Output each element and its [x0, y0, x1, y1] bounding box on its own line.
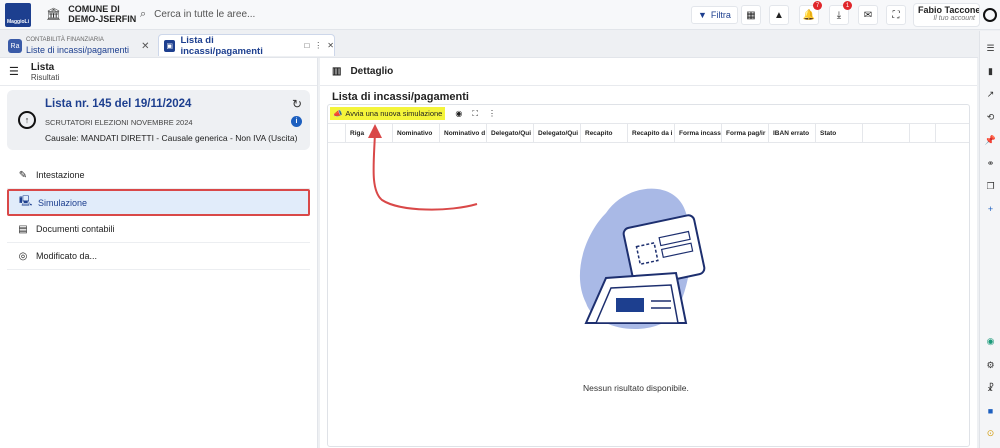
list-icon[interactable]: ☰ — [9, 65, 19, 78]
tab-module-label: CONTABILITÀ FINANZIARIA — [26, 36, 104, 43]
list-info-card: ↑ Lista nr. 145 del 19/11/2024 SCRUTATOR… — [7, 90, 310, 150]
menu-item-simulazione[interactable]: 🖳 Simulazione — [7, 189, 310, 216]
search-input[interactable] — [154, 8, 655, 20]
bell-icon: 🔔 — [802, 9, 816, 21]
tab-bar: Ra CONTABILITÀ FINANZIARIA Liste di inca… — [0, 31, 978, 79]
user-name: Fabio Tacconell... — [918, 5, 980, 15]
notifications-badge: 7 — [813, 1, 822, 10]
pin-icon[interactable]: □ — [304, 41, 309, 50]
list-icon[interactable]: ☰ — [984, 43, 997, 56]
detail-title: Dettaglio — [350, 66, 394, 77]
help-icon[interactable]: ⊙ — [984, 428, 997, 441]
entity-selector[interactable]: 🏛 COMUNE DI DEMO-JSERFIN — [46, 4, 136, 24]
info-icon[interactable]: i — [291, 116, 302, 127]
add-icon[interactable]: + — [984, 204, 997, 217]
tab-lista-incassi[interactable]: ▣ Lista di incassi/pagamenti □ ⋮ ✕ — [158, 34, 335, 57]
tab-liste-incassi[interactable]: Ra CONTABILITÀ FINANZIARIA Liste di inca… — [5, 35, 155, 57]
accessibility-icon[interactable]: ☧ — [984, 383, 997, 396]
global-search[interactable]: ⌕ — [134, 3, 684, 25]
history-icon[interactable]: ⟲ — [984, 112, 997, 125]
pin-icon[interactable]: 📌 — [984, 135, 997, 148]
annotation-arrow — [368, 124, 478, 211]
trend-icon[interactable]: ↗ — [984, 89, 997, 102]
column-header[interactable]: Delegato/Qui — [534, 124, 581, 142]
link-icon[interactable]: ⚭ — [984, 158, 997, 171]
filter-icon: ▼ — [698, 10, 707, 20]
top-bar: MaggioLi 🏛 COMUNE DI DEMO-JSERFIN ⌕ ▼ Fi… — [0, 0, 1000, 30]
pencil-icon: ✎ — [18, 169, 28, 181]
list-causale: Causale: MANDATI DIRETTI - Causale gener… — [45, 133, 298, 143]
column-header[interactable]: Recapito da i — [628, 124, 675, 142]
list-description: SCRUTATORI ELEZIONI NOVEMBRE 2024 — [45, 118, 193, 127]
right-toolbar: ☰ ▮ ↗ ⟲ 📌 ⚭ ❐ + ◉ ⚙ ☧ ■ ⊙ — [979, 31, 1000, 448]
warning-button[interactable]: ▲ — [769, 5, 789, 25]
list-number-title: Lista nr. 145 del 19/11/2024 — [45, 98, 192, 110]
empty-message: Nessun risultato disponibile. — [583, 383, 689, 393]
tab-label: Liste di incassi/pagamenti — [26, 44, 130, 55]
mail-icon: ✉ — [863, 9, 873, 21]
list-header: ☰ Lista Risultati — [0, 58, 317, 86]
bookmark-icon[interactable]: ▮ — [984, 66, 997, 79]
download-icon: ⤓ — [836, 9, 842, 21]
expand-icon[interactable]: ⛶ — [472, 109, 478, 119]
refresh-icon[interactable]: ↻ — [292, 97, 302, 111]
fullscreen-icon: ⛶ — [892, 9, 900, 21]
detail-menu: ✎ Intestazione 🖳 Simulazione ▤ Documenti… — [7, 162, 310, 270]
notifications-button[interactable]: 🔔 7 — [799, 1, 822, 25]
menu-item-documenti-contabili[interactable]: ▤ Documenti contabili — [7, 216, 310, 243]
more-icon[interactable]: ⋮ — [314, 41, 322, 50]
avatar[interactable] — [983, 8, 997, 22]
start-simulation-button[interactable]: 📣 Avvia una nuova simulazione — [330, 107, 446, 120]
entity-name: COMUNE DI DEMO-JSERFIN — [68, 4, 137, 24]
fullscreen-button[interactable]: ⛶ — [886, 5, 906, 25]
copy-icon[interactable]: ❐ — [984, 181, 997, 194]
megaphone-icon: 📣 — [333, 109, 343, 118]
tab-label: Lista di incassi/pagamenti — [180, 34, 263, 57]
panel-icon[interactable]: ▥ — [332, 66, 341, 77]
simulation-icon: 🖳 — [19, 196, 33, 207]
downloads-button[interactable]: ⤓ 1 — [829, 1, 852, 25]
column-header[interactable]: Stato — [816, 124, 863, 142]
close-icon[interactable]: ✕ — [141, 41, 149, 52]
bank-icon: 🏛 — [46, 7, 62, 21]
list-title: Lista — [30, 61, 55, 73]
arrow-up-icon[interactable]: ↑ — [18, 111, 36, 129]
menu-item-modificato-da[interactable]: ◎ Modificato da... — [7, 243, 310, 270]
mail-button[interactable]: ✉ — [858, 5, 878, 25]
column-header[interactable]: Forma incass — [675, 124, 722, 142]
column-header[interactable] — [863, 124, 910, 142]
empty-state-illustration — [579, 188, 706, 330]
fingerprint-icon: ◎ — [18, 250, 28, 262]
column-header[interactable]: Recapito — [581, 124, 628, 142]
table-toolbar: 📣 Avvia una nuova simulazione ◉ ⛶ ⋮ — [328, 105, 969, 122]
section-title: Lista di incassi/pagamenti — [332, 91, 469, 103]
chat-icon[interactable]: ■ — [984, 406, 997, 419]
dashboard-button[interactable]: ▦ — [741, 5, 761, 25]
close-icon[interactable]: ✕ — [327, 41, 334, 50]
window-icon: ▣ — [164, 39, 176, 52]
list-subtitle: Risultati — [30, 72, 60, 82]
detail-header: ▥ Dettaglio — [320, 58, 977, 86]
column-header[interactable]: Forma pag/ir — [722, 124, 769, 142]
main-pane: ▥ Dettaglio Lista di incassi/pagamenti 📣… — [320, 58, 977, 448]
location-icon[interactable]: ◉ — [984, 336, 997, 349]
maggioli-logo[interactable]: MaggioLi — [5, 3, 31, 27]
app-icon: Ra — [8, 39, 22, 53]
search-icon: ⌕ — [140, 7, 147, 20]
left-pane: ☰ Lista Risultati ↑ Lista nr. 145 del 19… — [0, 58, 318, 448]
column-header[interactable] — [910, 124, 936, 142]
more-icon[interactable]: ⋮ — [488, 109, 496, 118]
eye-icon[interactable]: ◉ — [455, 109, 462, 118]
user-account-button[interactable]: Fabio Tacconell... Il tuo account — [913, 3, 980, 27]
filter-button[interactable]: ▼ Filtra — [691, 6, 738, 24]
select-column[interactable] — [328, 124, 346, 142]
warning-icon: ▲ — [774, 9, 784, 21]
document-icon: ▤ — [18, 223, 28, 235]
dashboard-icon: ▦ — [746, 9, 756, 21]
user-account-label: Il tuo account — [933, 15, 975, 22]
downloads-badge: 1 — [843, 1, 852, 10]
column-header[interactable]: IBAN errato — [769, 124, 816, 142]
gear-icon[interactable]: ⚙ — [984, 360, 997, 373]
menu-item-intestazione[interactable]: ✎ Intestazione — [7, 162, 310, 189]
